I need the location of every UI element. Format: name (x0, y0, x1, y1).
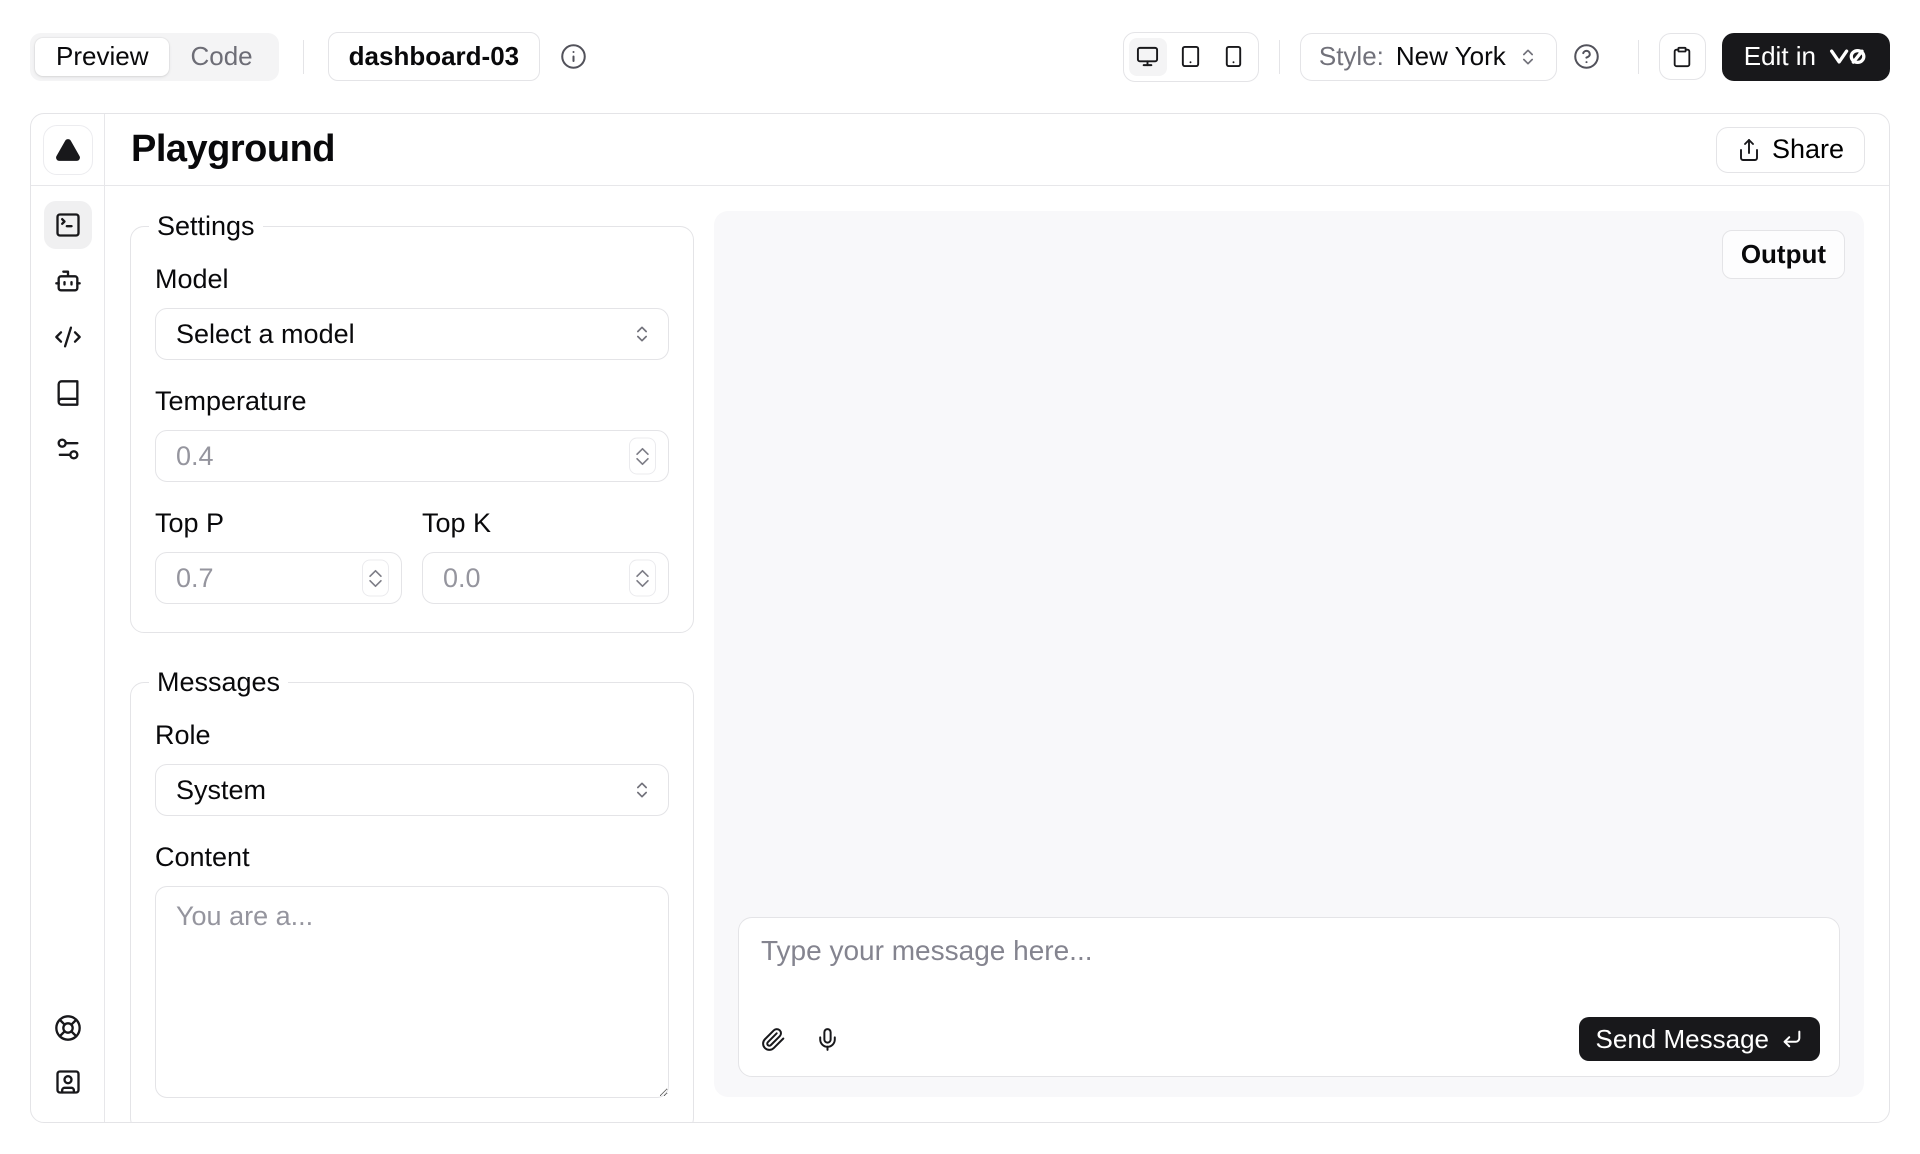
content-area: Settings Model Select a model Temperatur… (105, 186, 1889, 1122)
chevron-up-icon (636, 569, 649, 577)
top-p-field: Top P (155, 508, 402, 604)
book-icon (54, 379, 82, 407)
content-textarea[interactable] (155, 886, 669, 1098)
clipboard-icon (1671, 46, 1693, 68)
page-header: Playground Share (105, 114, 1889, 186)
toolbar-separator (303, 40, 304, 74)
top-k-stepper[interactable] (629, 560, 656, 597)
style-help-button[interactable] (1573, 43, 1600, 70)
chevrons-up-down-icon (632, 324, 652, 344)
sidebar-item-settings[interactable] (44, 425, 92, 473)
style-select-label: Style: (1319, 41, 1384, 72)
sidebar-item-documentation[interactable] (44, 369, 92, 417)
page-title: Playground (131, 128, 335, 171)
circle-help-icon (1573, 43, 1600, 70)
chevrons-up-down-icon (632, 780, 652, 800)
model-select-value: Select a model (176, 319, 355, 350)
sidebar-item-api[interactable] (44, 313, 92, 361)
style-select[interactable]: Style: New York (1300, 33, 1557, 81)
sidebar-nav (44, 186, 92, 473)
temperature-label: Temperature (155, 386, 669, 417)
sidebar-item-models[interactable] (44, 257, 92, 305)
sidebar-item-help[interactable] (44, 1004, 92, 1052)
attach-file-button[interactable] (751, 1017, 795, 1061)
smartphone-icon (1222, 45, 1245, 68)
bot-icon (54, 267, 82, 295)
home-logo-button[interactable] (43, 125, 93, 175)
temperature-input[interactable] (155, 430, 669, 482)
info-icon (560, 43, 587, 70)
settings-legend: Settings (149, 211, 263, 242)
desktop-view-button[interactable] (1129, 38, 1167, 76)
output-panel: Output (714, 211, 1864, 1097)
code-icon (54, 323, 82, 351)
top-k-label: Top K (422, 508, 669, 539)
triangle-icon (55, 137, 81, 163)
edit-in-v0-button[interactable]: Edit in (1722, 33, 1890, 81)
monitor-icon (1136, 45, 1159, 68)
chevron-down-icon (369, 579, 382, 587)
send-message-button[interactable]: Send Message (1579, 1017, 1820, 1061)
sidebar-item-playground[interactable] (44, 201, 92, 249)
block-info-button[interactable] (560, 43, 587, 70)
share-button-label: Share (1772, 134, 1844, 165)
style-select-value: New York (1396, 41, 1506, 72)
microphone-button[interactable] (805, 1017, 849, 1061)
copy-code-button[interactable] (1659, 33, 1706, 80)
model-select[interactable]: Select a model (155, 308, 669, 360)
send-message-label: Send Message (1596, 1024, 1769, 1055)
model-label: Model (155, 264, 669, 295)
settings-column: Settings Model Select a model Temperatur… (130, 211, 694, 1097)
top-k-field: Top K (422, 508, 669, 604)
messages-legend: Messages (149, 667, 288, 698)
output-badge: Output (1722, 230, 1845, 279)
edit-in-v0-label: Edit in (1744, 41, 1816, 72)
sidebar-logo-section (31, 114, 104, 186)
top-p-label: Top P (155, 508, 402, 539)
mobile-view-button[interactable] (1215, 38, 1253, 76)
block-name-badge: dashboard-03 (328, 32, 541, 81)
life-buoy-icon (54, 1014, 82, 1042)
top-p-stepper[interactable] (362, 560, 389, 597)
device-toggle-group (1123, 32, 1259, 82)
tablet-view-button[interactable] (1172, 38, 1210, 76)
settings-fieldset: Settings Model Select a model Temperatur… (130, 211, 694, 633)
temperature-stepper[interactable] (629, 438, 656, 475)
chevron-up-icon (369, 569, 382, 577)
role-select[interactable]: System (155, 764, 669, 816)
view-toggle-group: Preview Code (30, 33, 279, 81)
chevrons-up-down-icon (1518, 47, 1538, 67)
content-label: Content (155, 842, 669, 873)
main-area: Playground Share Settings Model Select a… (105, 114, 1889, 1122)
tablet-icon (1179, 45, 1202, 68)
share-icon (1737, 138, 1761, 162)
top-toolbar: Preview Code dashboard-03 (0, 0, 1920, 113)
v0-logo-icon (1828, 49, 1868, 64)
sidebar-bottom-nav (44, 989, 92, 1122)
role-select-value: System (176, 775, 266, 806)
chevron-down-icon (636, 579, 649, 587)
square-terminal-icon (54, 211, 82, 239)
chevron-down-icon (636, 457, 649, 465)
toolbar-separator (1638, 40, 1639, 74)
preview-tab[interactable]: Preview (35, 38, 169, 76)
sidebar-item-account[interactable] (44, 1058, 92, 1106)
composer-footer: Send Message (739, 1017, 1839, 1076)
paperclip-icon (761, 1027, 786, 1052)
message-composer: Send Message (738, 917, 1840, 1077)
sliders-icon (54, 435, 82, 463)
mic-icon (815, 1027, 840, 1052)
role-label: Role (155, 720, 669, 751)
messages-fieldset: Messages Role System Content (130, 667, 694, 1123)
corner-down-left-icon (1781, 1028, 1803, 1050)
message-input[interactable] (739, 918, 1839, 1017)
toolbar-separator (1279, 40, 1280, 74)
playground-app-frame: Playground Share Settings Model Select a… (30, 113, 1890, 1123)
code-tab[interactable]: Code (169, 38, 273, 76)
chevron-up-icon (636, 447, 649, 455)
share-button[interactable]: Share (1716, 127, 1865, 173)
icon-sidebar (31, 114, 105, 1122)
square-user-icon (54, 1068, 82, 1096)
